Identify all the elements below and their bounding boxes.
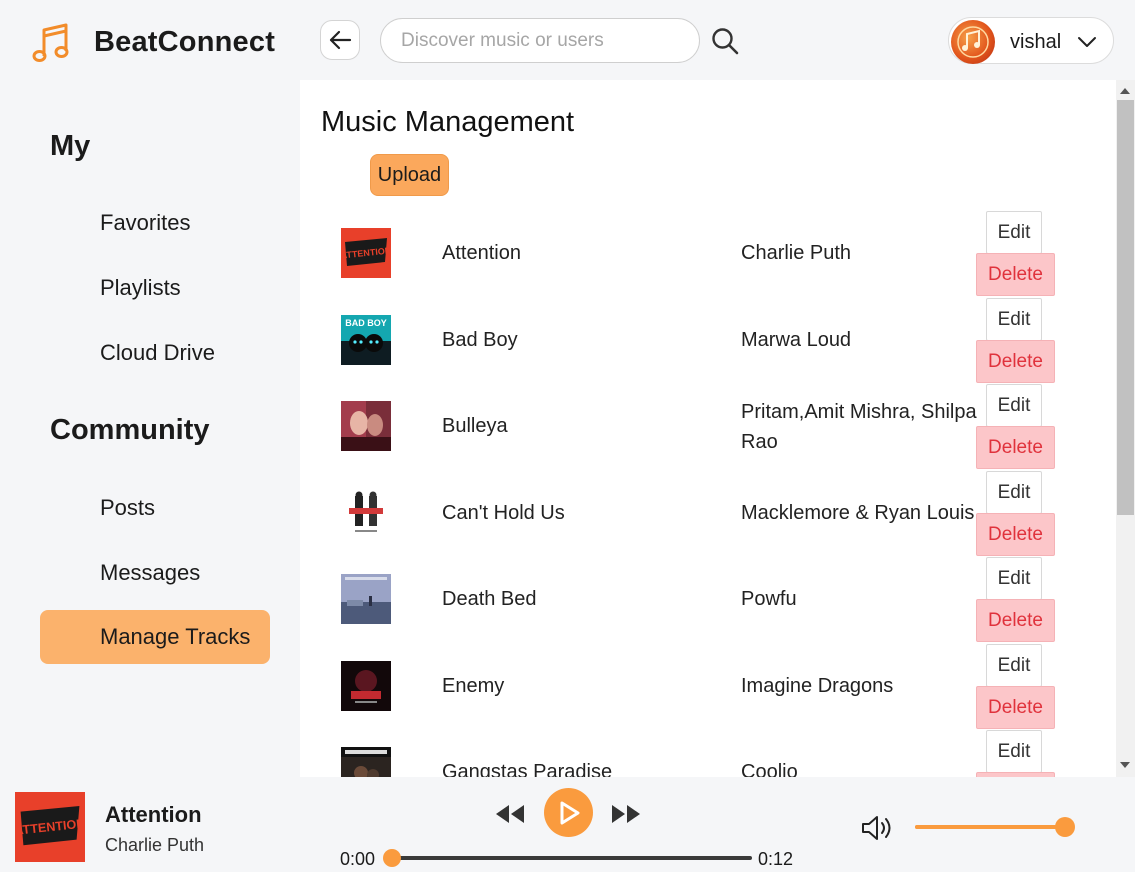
edit-button[interactable]: Edit [986, 298, 1042, 341]
track-artist: Charlie Puth [741, 242, 852, 264]
track-title: Gangstas Paradise [442, 761, 613, 777]
search-box [380, 18, 700, 63]
track-artist: Macklemore & Ryan Louis [741, 502, 975, 524]
brand-name: BeatConnect [94, 26, 276, 58]
sidebar-item-playlists[interactable]: Playlists [40, 261, 270, 315]
delete-button[interactable]: Delete [976, 426, 1055, 469]
delete-button[interactable]: Delete [976, 513, 1055, 556]
track-artist: Coolio [741, 761, 798, 777]
sidebar-item-label: Cloud Drive [100, 340, 215, 365]
play-icon [560, 801, 579, 824]
username: vishal [1010, 31, 1062, 53]
avatar [951, 20, 995, 64]
sidebar-item-label: Favorites [100, 210, 191, 235]
sidebar-item-cloud-drive[interactable]: Cloud Drive [40, 326, 270, 380]
sidebar-item-label: Posts [100, 495, 156, 520]
sidebar-item-posts[interactable]: Posts [40, 481, 270, 535]
death-bed-cover [341, 574, 391, 624]
attention-cover: ATTENTION [341, 228, 391, 278]
back-button[interactable] [320, 20, 360, 60]
track-artist: Marwa Loud [741, 329, 852, 351]
sidebar-item-label: Messages [100, 560, 201, 585]
music-note-logo-icon [32, 23, 69, 62]
track-title: Bad Boy [442, 329, 518, 351]
table-row: BAD BOY Bad Boy Marwa Loud Edit Delete [300, 298, 1116, 385]
scroll-down-arrow-icon[interactable] [1120, 762, 1130, 768]
now-playing-cover: ATTENTION [15, 792, 85, 862]
track-artist: Powfu [741, 588, 797, 610]
scroll-up-arrow-icon[interactable] [1120, 88, 1130, 94]
edit-button[interactable]: Edit [986, 471, 1042, 514]
delete-button[interactable]: Delete [976, 253, 1055, 296]
user-menu[interactable]: vishal [948, 17, 1114, 64]
scrollbar-thumb[interactable] [1117, 100, 1134, 515]
table-row: Death Bed Powfu Edit Delete [300, 557, 1116, 644]
search-input[interactable] [381, 19, 699, 62]
edit-button[interactable]: Edit [986, 211, 1042, 254]
track-title: Bulleya [442, 415, 508, 437]
track-title: Can't Hold Us [442, 502, 565, 524]
total-time: 0:12 [758, 849, 794, 869]
volume-handle[interactable] [1055, 817, 1075, 837]
sidebar-item-favorites[interactable]: Favorites [40, 196, 270, 250]
table-row: Enemy Imagine Dragons Edit Delete [300, 644, 1116, 731]
delete-button[interactable]: Delete [976, 686, 1055, 729]
volume-icon[interactable] [860, 813, 894, 843]
play-button[interactable] [544, 788, 593, 837]
player-bar: ATTENTION Attention Charlie Puth 0:00 0:… [0, 777, 1135, 872]
rewind-icon[interactable] [494, 803, 526, 825]
track-title: Death Bed [442, 588, 537, 610]
chevron-down-icon [1078, 37, 1096, 47]
edit-button[interactable]: Edit [986, 557, 1042, 600]
track-artist: Pritam,Amit Mishra, Shilpa Rao [741, 401, 977, 453]
delete-button[interactable]: Delete [976, 340, 1055, 383]
cant-hold-us-cover [341, 488, 391, 538]
sidebar-section-community: Community [50, 414, 210, 446]
bulleya-cover [341, 401, 391, 451]
sidebar-item-manage-tracks[interactable]: Manage Tracks [40, 610, 270, 664]
music-management-panel: Music Management Upload ATTENTION Attent… [300, 80, 1116, 777]
table-row: Gangstas Paradise Coolio Edit Delete [300, 730, 1116, 777]
progress-bar[interactable] [383, 849, 752, 867]
sidebar-item-label: Playlists [100, 275, 181, 300]
enemy-cover [341, 661, 391, 711]
page-title: Music Management [321, 106, 575, 138]
now-playing-artist: Charlie Puth [105, 835, 205, 855]
sidebar-item-label: Manage Tracks [100, 624, 251, 649]
table-row: ATTENTION Attention Charlie Puth Edit De… [300, 211, 1116, 298]
volume-fill [915, 825, 1065, 829]
delete-button[interactable]: Delete [976, 599, 1055, 642]
sidebar-section-my: My [50, 130, 91, 162]
now-playing-title: Attention [105, 802, 202, 827]
gangstas-paradise-cover [341, 747, 391, 777]
fast-forward-icon[interactable] [610, 803, 642, 825]
music-emblem-icon [957, 26, 989, 58]
track-artist: Imagine Dragons [741, 675, 894, 697]
progress-handle[interactable] [383, 849, 401, 867]
track-title: Attention [442, 242, 521, 264]
arrow-left-icon [329, 30, 352, 50]
current-time: 0:00 [340, 849, 376, 869]
upload-button[interactable]: Upload [370, 154, 449, 196]
table-row: Bulleya Pritam,Amit Mishra, Shilpa Rao E… [300, 384, 1116, 471]
edit-button[interactable]: Edit [986, 730, 1042, 773]
svg-text:BAD BOY: BAD BOY [345, 318, 387, 328]
sidebar-item-messages[interactable]: Messages [40, 546, 270, 600]
table-row: Can't Hold Us Macklemore & Ryan Louis Ed… [300, 471, 1116, 558]
edit-button[interactable]: Edit [986, 384, 1042, 427]
search-icon[interactable] [710, 26, 740, 56]
track-title: Enemy [442, 675, 505, 697]
bad-boy-cover: BAD BOY [341, 315, 391, 365]
edit-button[interactable]: Edit [986, 644, 1042, 687]
volume-slider[interactable] [915, 817, 1075, 837]
